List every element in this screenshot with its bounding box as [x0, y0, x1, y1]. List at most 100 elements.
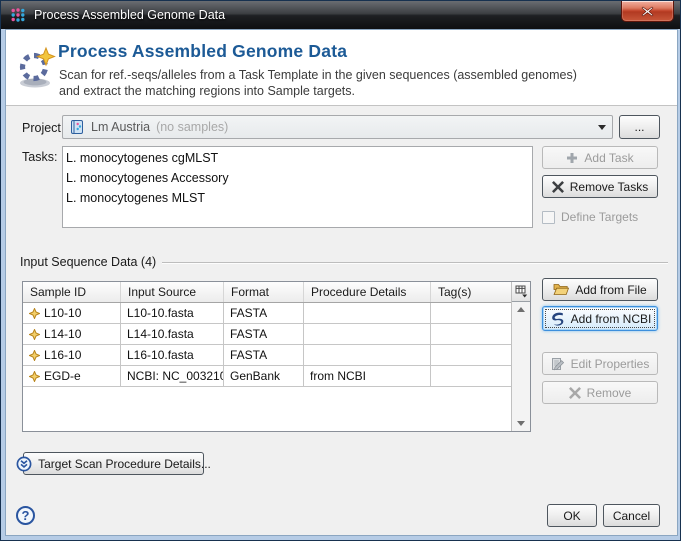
- cell-input-source: NCBI: NC_003210.1: [121, 366, 224, 386]
- help-button[interactable]: ?: [16, 506, 35, 525]
- cell-tags: [431, 324, 511, 344]
- edit-document-icon: [551, 357, 565, 371]
- target-scan-details-button[interactable]: Target Scan Procedure Details...: [23, 452, 204, 475]
- cell-input-source: L14-10.fasta: [121, 324, 224, 344]
- define-targets-option[interactable]: Define Targets: [542, 210, 638, 224]
- process-genome-icon: [14, 46, 58, 90]
- sample-diamond-icon: [29, 371, 40, 382]
- cell-procedure-details: [304, 303, 431, 323]
- define-targets-label: Define Targets: [561, 210, 638, 224]
- table-row[interactable]: L14-10 L14-10.fasta FASTA: [23, 324, 511, 345]
- cell-procedure-details: from NCBI: [304, 366, 431, 386]
- cell-format: FASTA: [224, 345, 304, 365]
- plus-icon: [566, 152, 578, 164]
- column-header-tags[interactable]: Tag(s): [431, 282, 511, 302]
- scroll-down-button[interactable]: [512, 416, 530, 431]
- column-header-sample-id[interactable]: Sample ID: [23, 282, 121, 302]
- project-icon: [69, 119, 85, 135]
- cell-tags: [431, 303, 511, 323]
- x-icon: [552, 181, 564, 193]
- table-row[interactable]: L10-10 L10-10.fasta FASTA: [23, 303, 511, 324]
- add-task-button[interactable]: Add Task: [542, 146, 658, 169]
- help-icon: ?: [22, 508, 30, 523]
- page-title: Process Assembled Genome Data: [58, 41, 347, 62]
- dialog-window: Process Assembled Genome Data Process As…: [0, 0, 681, 541]
- tasks-label: Tasks:: [22, 150, 57, 164]
- page-description-line2: and extract the matching regions into Sa…: [59, 83, 577, 99]
- add-from-file-button[interactable]: Add from File: [542, 278, 658, 301]
- cell-format: FASTA: [224, 324, 304, 344]
- define-targets-checkbox[interactable]: [542, 211, 555, 224]
- add-task-label: Add Task: [584, 151, 633, 165]
- add-from-ncbi-label: Add from NCBI: [571, 312, 652, 326]
- sample-diamond-icon: [29, 329, 40, 340]
- input-sequence-group-header: Input Sequence Data (4): [20, 255, 668, 269]
- ok-button[interactable]: OK: [547, 504, 597, 527]
- triangle-up-icon: [517, 307, 525, 312]
- remove-tasks-label: Remove Tasks: [570, 180, 648, 194]
- project-label: Project:: [22, 121, 64, 135]
- task-list-item[interactable]: L. monocytogenes cgMLST: [65, 148, 532, 168]
- table-side-column: [511, 282, 530, 431]
- cell-tags: [431, 345, 511, 365]
- target-scan-details-label: Target Scan Procedure Details...: [38, 457, 211, 471]
- cell-tags: [431, 366, 511, 386]
- table-scrollbar[interactable]: [512, 302, 530, 431]
- cell-format: GenBank: [224, 366, 304, 386]
- double-chevron-circle-icon: [16, 456, 32, 472]
- titlebar[interactable]: Process Assembled Genome Data: [1, 1, 680, 29]
- sample-diamond-icon: [29, 308, 40, 319]
- group-divider: [162, 262, 668, 264]
- project-combobox[interactable]: Lm Austria (no samples): [62, 115, 613, 139]
- dialog-body: Process Assembled Genome Data Scan for r…: [5, 29, 678, 536]
- app-logo-icon: [10, 7, 26, 23]
- cell-procedure-details: [304, 345, 431, 365]
- cell-sample-id: L10-10: [23, 303, 121, 323]
- input-sequence-table: Sample ID Input Source Format Procedure …: [22, 281, 531, 432]
- tasks-listbox[interactable]: L. monocytogenes cgMLST L. monocytogenes…: [62, 146, 533, 228]
- table-row[interactable]: L16-10 L16-10.fasta FASTA: [23, 345, 511, 366]
- close-button[interactable]: [621, 1, 674, 22]
- sample-id-text: L14-10: [44, 324, 81, 344]
- page-description: Scan for ref.-seqs/alleles from a Task T…: [59, 67, 577, 99]
- table-row[interactable]: EGD-e NCBI: NC_003210.1 GenBank from NCB…: [23, 366, 511, 387]
- sample-id-text: L16-10: [44, 345, 81, 365]
- cell-sample-id: L16-10: [23, 345, 121, 365]
- project-value-suffix: (no samples): [156, 120, 228, 134]
- remove-label: Remove: [587, 386, 632, 400]
- close-icon: [641, 6, 654, 17]
- add-from-file-label: Add from File: [575, 283, 646, 297]
- input-sequence-group-label: Input Sequence Data (4): [20, 255, 156, 269]
- triangle-down-icon: [517, 421, 525, 426]
- remove-tasks-button[interactable]: Remove Tasks: [542, 175, 658, 198]
- table-header-row: Sample ID Input Source Format Procedure …: [23, 282, 511, 303]
- cell-sample-id: EGD-e: [23, 366, 121, 386]
- x-icon: [569, 387, 581, 399]
- cell-format: FASTA: [224, 303, 304, 323]
- cell-input-source: L10-10.fasta: [121, 303, 224, 323]
- sample-id-text: EGD-e: [44, 366, 81, 386]
- ncbi-icon: [549, 311, 565, 327]
- edit-properties-button[interactable]: Edit Properties: [542, 352, 658, 375]
- column-header-procedure-details[interactable]: Procedure Details: [304, 282, 431, 302]
- cell-sample-id: L14-10: [23, 324, 121, 344]
- edit-properties-label: Edit Properties: [571, 357, 650, 371]
- sample-id-text: L10-10: [44, 303, 81, 323]
- task-list-item[interactable]: L. monocytogenes MLST: [65, 188, 532, 208]
- column-header-input-source[interactable]: Input Source: [121, 282, 224, 302]
- column-header-format[interactable]: Format: [224, 282, 304, 302]
- sample-diamond-icon: [29, 350, 40, 361]
- page-description-line1: Scan for ref.-seqs/alleles from a Task T…: [59, 67, 577, 83]
- task-list-item[interactable]: L. monocytogenes Accessory: [65, 168, 532, 188]
- cell-input-source: L16-10.fasta: [121, 345, 224, 365]
- chevron-down-icon: [598, 125, 606, 130]
- table-columns-icon: [515, 285, 528, 298]
- open-folder-icon: [553, 283, 569, 296]
- add-from-ncbi-button[interactable]: Add from NCBI: [542, 306, 658, 331]
- project-browse-button[interactable]: ...: [619, 115, 660, 139]
- scroll-up-button[interactable]: [512, 302, 530, 317]
- column-options-button[interactable]: [512, 282, 530, 302]
- cancel-button[interactable]: Cancel: [603, 504, 660, 527]
- cell-procedure-details: [304, 324, 431, 344]
- remove-button[interactable]: Remove: [542, 381, 658, 404]
